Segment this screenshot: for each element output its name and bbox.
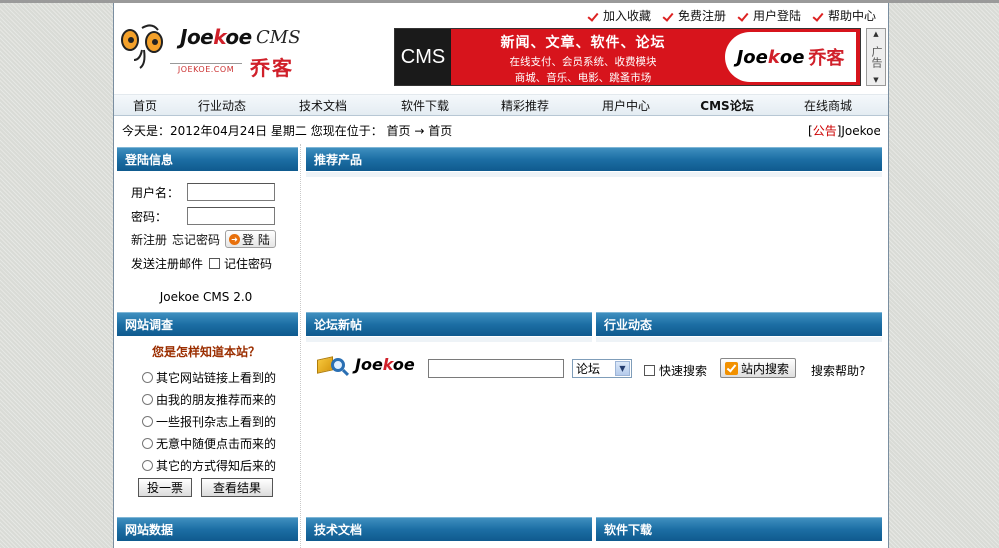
location-breadcrumb: 今天是：2012年04月24日 星期二 您现在位于： 首页 → 首页	[122, 124, 453, 138]
password-label: 密码：	[131, 209, 168, 224]
scroll-down-icon[interactable]: ▼	[873, 76, 878, 84]
logo-url: JOEKOE.COM	[170, 63, 242, 74]
survey-panel-header: 网站调查	[117, 312, 298, 336]
ad-label: 广告	[870, 46, 883, 68]
radio-button[interactable]	[142, 394, 153, 405]
header-banner-ad[interactable]: CMS 新闻、文章、软件、论坛 在线支付、会员系统、收费模块 商城、音乐、电影、…	[394, 28, 861, 86]
notice-ticker[interactable]: [公告]Joekoe	[808, 122, 880, 139]
mail-remember-row: 发送注册邮件 记住密码	[131, 255, 272, 272]
check-icon	[663, 10, 675, 22]
user-login-link[interactable]: 用户登陆	[738, 7, 801, 24]
password-row: 密码：	[131, 207, 275, 225]
page-container: 加入收藏 免费注册 用户登陆 帮助中心 Joekoe CMS JOEKOE.CO…	[113, 3, 889, 548]
nav-software-download[interactable]: 软件下载	[378, 95, 472, 115]
logo-wordmark: Joekoe	[180, 25, 252, 49]
survey-option[interactable]: 由我的朋友推荐而来的	[142, 391, 276, 408]
register-link[interactable]: 新注册	[131, 231, 167, 248]
quick-search-checkbox[interactable]	[644, 365, 655, 376]
nav-cms-forum[interactable]: CMS论坛	[674, 95, 780, 115]
recommend-panel-header: 推荐产品	[306, 147, 882, 171]
login-actions-row: 新注册 忘记密码 ➜ 登 陆	[131, 230, 276, 248]
nav-tech-docs[interactable]: 技术文档	[268, 95, 378, 115]
quick-search-option[interactable]: 快速搜索	[644, 362, 707, 379]
mascot-logo-icon	[121, 24, 163, 69]
view-results-button[interactable]: 查看结果	[201, 478, 273, 497]
recommend-panel-subbar	[306, 172, 882, 177]
column-divider	[300, 144, 301, 548]
forum-new-posts-header: 论坛新帖	[306, 312, 592, 336]
main-nav: 首页 行业动态 技术文档 软件下载 精彩推荐 用户中心 CMS论坛 在线商城	[114, 94, 888, 116]
login-panel-header: 登陆信息	[117, 147, 298, 171]
chevron-down-icon: ▼	[615, 361, 630, 376]
search-brand-logo: Joekoe	[317, 355, 415, 374]
banner-brand: Joe k oe 乔客	[715, 29, 860, 85]
search-help-link[interactable]: 搜索帮助?	[811, 362, 865, 379]
survey-question: 您是怎样知道本站？	[151, 345, 260, 359]
add-favorite-link[interactable]: 加入收藏	[588, 7, 651, 24]
magnifier-icon	[331, 357, 345, 372]
radio-button[interactable]	[142, 416, 153, 427]
industry-news-header: 行业动态	[596, 312, 882, 336]
industry-subbar	[596, 337, 882, 342]
tech-docs-header: 技术文档	[306, 517, 592, 541]
check-icon	[725, 361, 738, 375]
software-download-header: 软件下载	[596, 517, 882, 541]
forgot-password-link[interactable]: 忘记密码	[172, 231, 220, 248]
top-links: 加入收藏 免费注册 用户登陆 帮助中心	[588, 7, 876, 24]
remember-password-label: 记住密码	[224, 257, 273, 271]
banner-feature-list: 新闻、文章、软件、论坛 在线支付、会员系统、收费模块 商城、音乐、电影、跳蚤市场	[451, 29, 715, 85]
logo-chinese-name: 乔客	[250, 56, 294, 80]
survey-option[interactable]: 无意中随便点击而来的	[142, 435, 276, 452]
nav-online-store[interactable]: 在线商城	[780, 95, 876, 115]
vote-button[interactable]: 投一票	[138, 478, 192, 497]
username-input[interactable]	[187, 183, 275, 201]
site-logo[interactable]: Joekoe CMS JOEKOE.COM 乔客	[118, 16, 302, 80]
radio-button[interactable]	[142, 460, 153, 471]
logo-cms: CMS	[256, 27, 301, 48]
nav-home[interactable]: 首页	[114, 95, 176, 115]
remember-password-checkbox[interactable]	[209, 258, 221, 269]
survey-option[interactable]: 其它的方式得知后来的	[142, 457, 276, 474]
check-icon	[738, 10, 750, 22]
username-row: 用户名：	[131, 183, 275, 201]
username-label: 用户名：	[131, 185, 180, 200]
nav-featured[interactable]: 精彩推荐	[472, 95, 578, 115]
check-icon	[588, 10, 600, 22]
nav-user-center[interactable]: 用户中心	[578, 95, 674, 115]
arrow-right-icon: ➜	[229, 233, 241, 245]
free-register-link[interactable]: 免费注册	[663, 7, 726, 24]
ad-scroll-bar[interactable]: ▲ 广告 ▼	[866, 28, 886, 86]
send-register-mail-link[interactable]: 发送注册邮件	[131, 255, 203, 272]
forum-subbar	[306, 337, 592, 342]
version-text: Joekoe CMS 2.0	[159, 290, 253, 304]
scroll-up-icon[interactable]: ▲	[873, 30, 878, 38]
radio-button[interactable]	[142, 438, 153, 449]
banner-cms-label: CMS	[395, 29, 451, 85]
site-data-header: 网站数据	[117, 517, 298, 541]
search-scope-select[interactable]: 论坛 ▼	[572, 359, 632, 378]
password-input[interactable]	[187, 207, 275, 225]
nav-industry-news[interactable]: 行业动态	[176, 95, 268, 115]
radio-button[interactable]	[142, 372, 153, 383]
help-center-link[interactable]: 帮助中心	[813, 7, 876, 24]
site-search-button[interactable]: 站内搜索	[720, 358, 797, 378]
survey-option[interactable]: 其它网站链接上看到的	[142, 369, 276, 386]
login-button[interactable]: ➜ 登 陆	[225, 230, 276, 248]
check-icon	[813, 10, 825, 22]
survey-option[interactable]: 一些报刊杂志上看到的	[142, 413, 276, 430]
search-input[interactable]	[428, 359, 564, 378]
